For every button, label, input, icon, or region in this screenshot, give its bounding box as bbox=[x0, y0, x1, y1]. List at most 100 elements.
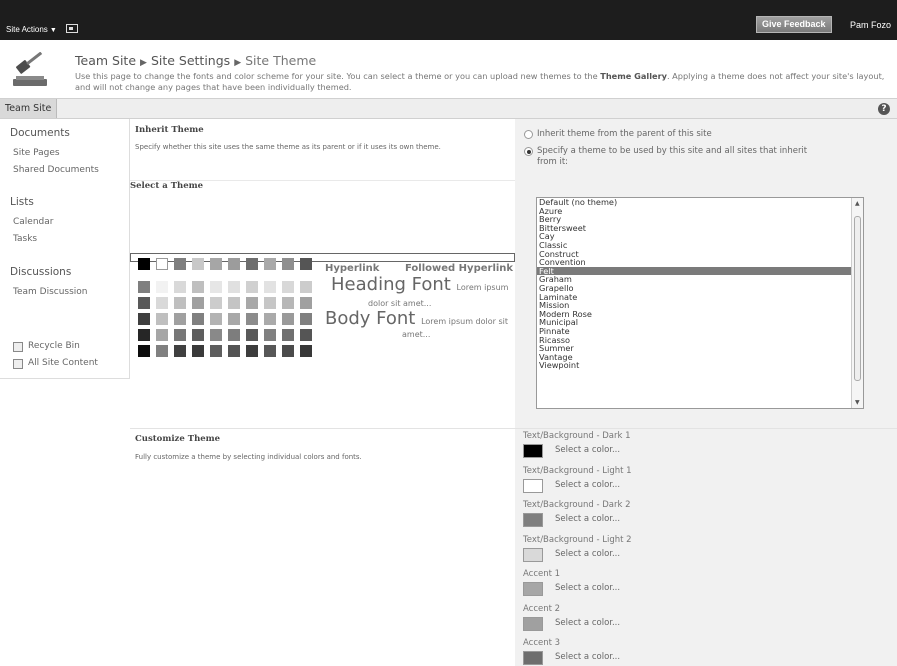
specify-theme-radio[interactable]: Specify a theme to be used by this site … bbox=[523, 146, 823, 168]
breadcrumb-team-site[interactable]: Team Site bbox=[75, 53, 136, 68]
theme-option[interactable]: Ricasso bbox=[537, 335, 863, 345]
theme-option[interactable]: Laminate bbox=[537, 292, 863, 302]
select-color-link[interactable]: Select a color... bbox=[555, 514, 620, 524]
user-menu[interactable]: Pam Fozo bbox=[850, 20, 891, 30]
theme-option[interactable]: Azure bbox=[537, 206, 863, 216]
inherit-theme-radio[interactable]: Inherit theme from the parent of this si… bbox=[523, 129, 883, 140]
radio-on bbox=[524, 147, 533, 156]
select-color-link[interactable]: Select a color... bbox=[555, 480, 620, 490]
color-preview-box[interactable] bbox=[523, 513, 543, 527]
select-color-link[interactable]: Select a color... bbox=[555, 549, 620, 559]
quicklaunch-lists[interactable]: Lists bbox=[10, 196, 34, 208]
color-slot-label: Text/Background - Dark 1 bbox=[523, 431, 631, 441]
preview-body-font: Body Font Lorem ipsum dolor sit bbox=[325, 308, 508, 329]
theme-listbox[interactable]: Default (no theme) Azure Berry Bittersweet C… bbox=[536, 197, 864, 409]
all-site-content-icon bbox=[13, 359, 23, 369]
color-swatch bbox=[174, 345, 186, 357]
recycle-bin-link[interactable]: Recycle Bin bbox=[13, 341, 80, 352]
theme-option[interactable]: Viewpoint bbox=[537, 361, 863, 370]
select-color-link[interactable]: Select a color... bbox=[555, 583, 620, 593]
color-preview-box[interactable] bbox=[523, 582, 543, 596]
help-icon[interactable]: ? bbox=[878, 103, 890, 115]
theme-option[interactable]: Graham bbox=[537, 275, 863, 284]
title-row: Team Site ▶ Site Settings ▶ Site Theme Use t… bbox=[0, 40, 897, 98]
select-color-link[interactable]: Select a color... bbox=[555, 618, 620, 628]
color-preview-box[interactable] bbox=[523, 444, 543, 458]
color-swatch bbox=[264, 313, 276, 325]
theme-option[interactable]: Municipal bbox=[537, 318, 863, 327]
color-swatch bbox=[228, 329, 240, 341]
listbox-scrollbar[interactable]: ▲ ▼ bbox=[851, 198, 863, 408]
theme-option[interactable]: Modern Rose bbox=[537, 310, 863, 319]
quick-launch: Documents Site Pages Shared Documents Li… bbox=[0, 119, 130, 379]
theme-option[interactable]: Pinnate bbox=[537, 327, 863, 336]
quicklaunch-calendar[interactable]: Calendar bbox=[13, 217, 53, 227]
radio-off bbox=[524, 130, 533, 139]
browse-page-icon[interactable] bbox=[66, 24, 78, 33]
theme-option[interactable]: Construct bbox=[537, 249, 863, 259]
color-swatch bbox=[300, 313, 312, 325]
color-swatch bbox=[156, 329, 168, 341]
theme-option[interactable]: Classic bbox=[537, 241, 863, 250]
customize-color-item: Text/Background - Dark 1 Select a color..… bbox=[523, 431, 883, 458]
description-text: Use this page to change the fonts and co… bbox=[75, 71, 598, 81]
color-swatch bbox=[264, 345, 276, 357]
quicklaunch-site-pages[interactable]: Site Pages bbox=[13, 148, 60, 158]
color-swatch bbox=[228, 345, 240, 357]
theme-option[interactable]: Cay bbox=[537, 232, 863, 241]
customize-theme-description: Fully customize a theme by selecting ind… bbox=[135, 453, 362, 461]
color-preview-box[interactable] bbox=[523, 478, 543, 493]
tab-team-site[interactable]: Team Site bbox=[0, 99, 58, 118]
color-swatch bbox=[300, 297, 312, 309]
theme-option[interactable]: Bittersweet bbox=[537, 224, 863, 233]
site-settings-gavel-icon bbox=[13, 52, 47, 86]
color-swatch bbox=[300, 329, 312, 341]
customize-color-item: Text/Background - Light 1 Select a color.… bbox=[523, 465, 883, 493]
all-site-content-link[interactable]: All Site Content bbox=[13, 358, 98, 369]
color-swatch bbox=[156, 281, 168, 293]
color-preview-box[interactable] bbox=[523, 651, 543, 665]
scroll-thumb[interactable] bbox=[854, 216, 861, 381]
quicklaunch-team-discussion[interactable]: Team Discussion bbox=[13, 287, 88, 297]
select-color-link[interactable]: Select a color... bbox=[555, 652, 620, 662]
color-swatch bbox=[156, 258, 168, 270]
color-swatch bbox=[192, 345, 204, 357]
color-swatch bbox=[210, 329, 222, 341]
quicklaunch-shared-documents[interactable]: Shared Documents bbox=[13, 165, 99, 175]
theme-gallery-link[interactable]: Theme Gallery bbox=[600, 71, 667, 81]
theme-option[interactable]: Convention bbox=[537, 258, 863, 267]
color-swatch bbox=[300, 281, 312, 293]
breadcrumb-separator: ▶ bbox=[234, 58, 242, 68]
color-swatch bbox=[210, 345, 222, 357]
theme-option[interactable]: Felt bbox=[537, 267, 863, 276]
color-swatch bbox=[210, 281, 222, 293]
body-font-label: Body Font bbox=[325, 308, 416, 329]
quicklaunch-documents[interactable]: Documents bbox=[10, 127, 70, 139]
color-preview-box[interactable] bbox=[523, 547, 543, 562]
theme-option[interactable]: Grapello bbox=[537, 284, 863, 293]
theme-option[interactable]: Default (no theme) bbox=[537, 198, 863, 207]
color-preview-box[interactable] bbox=[523, 616, 543, 631]
inherit-option1-label: Inherit theme from the parent of this si… bbox=[537, 129, 712, 139]
select-theme-title: Select a Theme bbox=[130, 181, 204, 191]
color-swatch bbox=[228, 281, 240, 293]
color-swatch bbox=[210, 313, 222, 325]
select-color-link[interactable]: Select a color... bbox=[555, 445, 620, 455]
preview-hyperlink: Hyperlink bbox=[325, 263, 380, 274]
customize-color-item: Accent 3 Select a color... bbox=[523, 638, 883, 665]
scroll-up-icon[interactable]: ▲ bbox=[855, 200, 860, 207]
inherit-option2-label: Specify a theme to be used by this site … bbox=[537, 146, 808, 167]
quicklaunch-discussions[interactable]: Discussions bbox=[10, 266, 71, 278]
give-feedback-button[interactable]: Give Feedback bbox=[756, 16, 832, 33]
breadcrumb-site-settings[interactable]: Site Settings bbox=[151, 53, 230, 68]
color-swatch bbox=[264, 329, 276, 341]
site-actions-menu[interactable]: Site Actions ▼ bbox=[6, 25, 57, 34]
scroll-down-icon[interactable]: ▼ bbox=[855, 399, 860, 406]
page-title: Site Theme bbox=[245, 53, 317, 68]
color-slot-label: Text/Background - Light 1 bbox=[523, 465, 632, 476]
theme-option[interactable]: Vantage bbox=[537, 353, 863, 362]
quicklaunch-tasks[interactable]: Tasks bbox=[13, 234, 37, 244]
theme-options: Default (no theme) Azure Berry Bittersweet C… bbox=[537, 198, 863, 370]
theme-option[interactable]: Summer bbox=[537, 344, 863, 353]
color-slot-label: Accent 2 bbox=[523, 603, 561, 614]
